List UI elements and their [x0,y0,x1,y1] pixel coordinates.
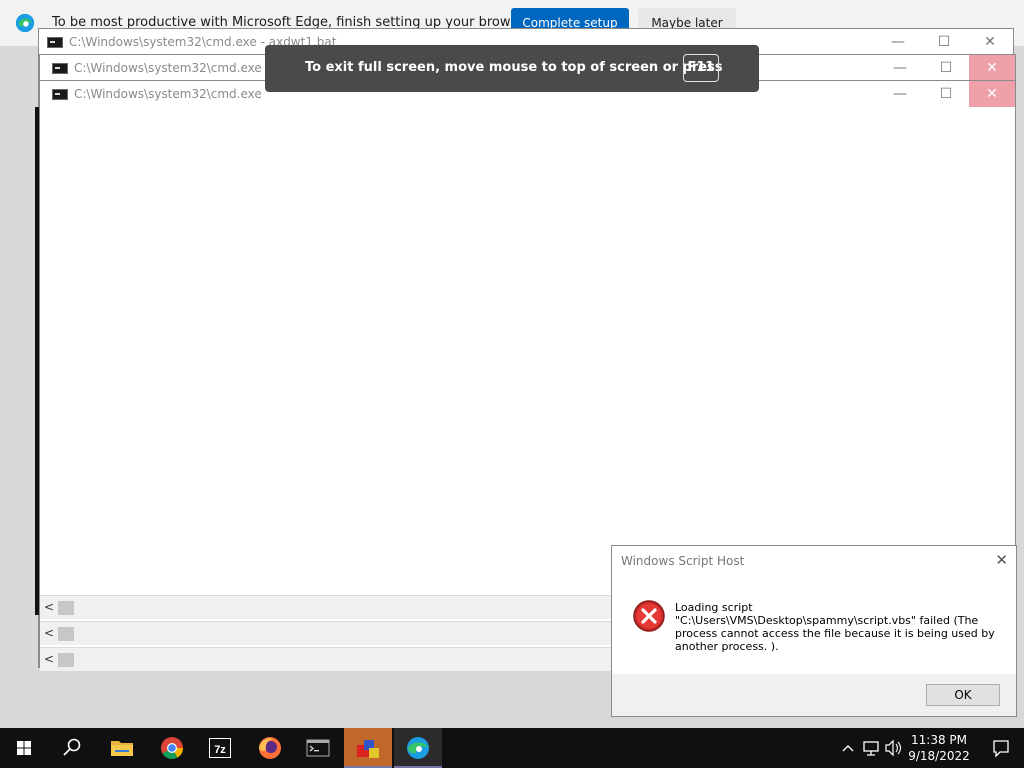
scroll-thumb[interactable] [58,627,74,641]
dialog-close-button[interactable]: ✕ [995,551,1008,569]
network-tray-button[interactable] [860,728,882,768]
tray-overflow-button[interactable] [838,728,858,768]
clock-date: 9/18/2022 [908,749,970,763]
cmd-icon [52,89,68,100]
taskbar-clock[interactable]: 11:38 PM 9/18/2022 [900,732,978,764]
taskbar-firefox[interactable] [246,728,294,768]
clock-time: 11:38 PM [911,733,967,747]
notifications-button[interactable] [978,728,1024,768]
scroll-thumb[interactable] [58,653,74,667]
close-button[interactable]: ✕ [969,81,1015,107]
cmd-window-title: C:\Windows\system32\cmd.exe [74,61,262,75]
search-icon [63,738,81,756]
taskbar-package-app[interactable] [344,728,392,768]
firefox-icon [259,737,281,759]
dialog-message-line: Loading script [675,601,753,614]
ok-button[interactable]: OK [926,684,1000,706]
fullscreen-exit-toast: To exit full screen, move mouse to top o… [265,45,759,92]
cmd-app-icon [306,739,330,757]
windows-logo-icon [17,741,31,755]
edge-icon [407,737,429,759]
taskbar: 7z 11:38 PM 9/18/2022 [0,728,1024,768]
taskbar-edge[interactable] [394,728,442,768]
dialog-message-line: another process. ). [675,640,779,653]
package-app-icon [357,740,379,758]
folder-icon [111,741,133,756]
console-edge [35,107,39,615]
taskbar-cmd[interactable] [294,728,342,768]
f11-key-badge: F11 [683,54,719,82]
taskbar-file-explorer[interactable] [98,728,146,768]
error-icon [633,600,665,632]
dialog-message: Loading script "C:\Users\VMS\Desktop\spa… [675,601,1005,653]
7zip-icon: 7z [209,738,231,758]
close-button[interactable]: ✕ [969,55,1015,81]
taskbar-chrome[interactable] [148,728,196,768]
windows-script-host-dialog[interactable]: Windows Script Host ✕ Loading script "C:… [611,545,1017,717]
dialog-message-line: process cannot access the file because i… [675,627,995,640]
cmd-icon [47,37,63,48]
scroll-left-arrow-icon[interactable]: < [44,600,54,614]
dialog-footer: OK [612,674,1016,716]
fullscreen-exit-message: To exit full screen, move mouse to top o… [305,60,723,75]
edge-logo-icon [15,13,35,33]
maximize-button[interactable]: ☐ [923,55,969,81]
search-button[interactable] [48,728,96,768]
network-icon [863,741,879,756]
scroll-left-arrow-icon[interactable]: < [44,652,54,666]
close-button[interactable]: ✕ [967,29,1013,55]
minimize-button[interactable]: — [875,29,921,55]
7zip-label: 7z [214,744,226,756]
start-button[interactable] [0,728,48,768]
taskbar-7zip[interactable]: 7z [196,728,244,768]
maximize-button[interactable]: ☐ [921,29,967,55]
chrome-icon [161,737,183,759]
cmd-icon [52,63,68,74]
dialog-title: Windows Script Host [621,554,745,568]
minimize-button[interactable]: — [877,81,923,107]
dialog-message-line: "C:\Users\VMS\Desktop\spammy\script.vbs"… [675,614,979,627]
cmd-window-title: C:\Windows\system32\cmd.exe [74,87,262,101]
minimize-button[interactable]: — [877,55,923,81]
maximize-button[interactable]: ☐ [923,81,969,107]
scroll-thumb[interactable] [58,601,74,615]
scroll-left-arrow-icon[interactable]: < [44,626,54,640]
chevron-up-icon [842,745,854,752]
notifications-icon [993,740,1009,758]
